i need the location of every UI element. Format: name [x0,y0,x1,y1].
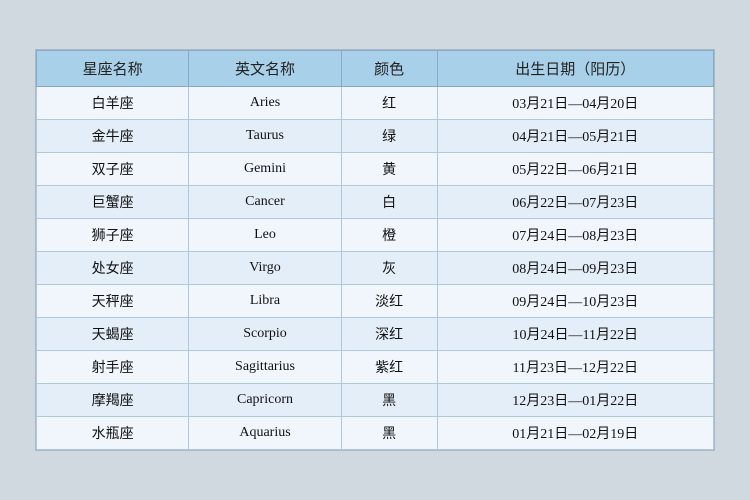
table-row: 巨蟹座Cancer白06月22日—07月23日 [37,186,714,219]
table-row: 天秤座Libra淡红09月24日—10月23日 [37,285,714,318]
cell-birth-date: 05月22日—06月21日 [437,153,713,186]
cell-english-name: Leo [189,219,341,252]
cell-chinese-name: 巨蟹座 [37,186,189,219]
cell-color: 白 [341,186,437,219]
cell-english-name: Libra [189,285,341,318]
header-english-name: 英文名称 [189,51,341,87]
table-row: 双子座Gemini黄05月22日—06月21日 [37,153,714,186]
zodiac-table: 星座名称 英文名称 颜色 出生日期（阳历） 白羊座Aries红03月21日—04… [36,50,714,450]
cell-birth-date: 09月24日—10月23日 [437,285,713,318]
cell-english-name: Taurus [189,120,341,153]
table-row: 水瓶座Aquarius黑01月21日—02月19日 [37,417,714,450]
cell-english-name: Aquarius [189,417,341,450]
cell-english-name: Aries [189,87,341,120]
cell-color: 深红 [341,318,437,351]
cell-chinese-name: 摩羯座 [37,384,189,417]
cell-color: 灰 [341,252,437,285]
cell-color: 黑 [341,384,437,417]
cell-chinese-name: 天蝎座 [37,318,189,351]
cell-birth-date: 06月22日—07月23日 [437,186,713,219]
cell-color: 淡红 [341,285,437,318]
cell-birth-date: 12月23日—01月22日 [437,384,713,417]
cell-birth-date: 11月23日—12月22日 [437,351,713,384]
table-row: 天蝎座Scorpio深红10月24日—11月22日 [37,318,714,351]
cell-birth-date: 07月24日—08月23日 [437,219,713,252]
cell-color: 橙 [341,219,437,252]
cell-color: 绿 [341,120,437,153]
cell-english-name: Cancer [189,186,341,219]
cell-english-name: Scorpio [189,318,341,351]
cell-chinese-name: 射手座 [37,351,189,384]
cell-color: 红 [341,87,437,120]
cell-english-name: Gemini [189,153,341,186]
cell-chinese-name: 水瓶座 [37,417,189,450]
cell-chinese-name: 天秤座 [37,285,189,318]
cell-color: 紫红 [341,351,437,384]
cell-english-name: Virgo [189,252,341,285]
table-row: 白羊座Aries红03月21日—04月20日 [37,87,714,120]
table-row: 射手座Sagittarius紫红11月23日—12月22日 [37,351,714,384]
cell-color: 黄 [341,153,437,186]
cell-english-name: Capricorn [189,384,341,417]
table-row: 摩羯座Capricorn黑12月23日—01月22日 [37,384,714,417]
cell-birth-date: 03月21日—04月20日 [437,87,713,120]
cell-chinese-name: 狮子座 [37,219,189,252]
table-body: 白羊座Aries红03月21日—04月20日金牛座Taurus绿04月21日—0… [37,87,714,450]
cell-birth-date: 04月21日—05月21日 [437,120,713,153]
cell-birth-date: 08月24日—09月23日 [437,252,713,285]
table-row: 狮子座Leo橙07月24日—08月23日 [37,219,714,252]
table-row: 处女座Virgo灰08月24日—09月23日 [37,252,714,285]
cell-birth-date: 10月24日—11月22日 [437,318,713,351]
table-row: 金牛座Taurus绿04月21日—05月21日 [37,120,714,153]
zodiac-table-container: 星座名称 英文名称 颜色 出生日期（阳历） 白羊座Aries红03月21日—04… [35,49,715,451]
header-birth-date: 出生日期（阳历） [437,51,713,87]
cell-birth-date: 01月21日—02月19日 [437,417,713,450]
cell-chinese-name: 白羊座 [37,87,189,120]
cell-english-name: Sagittarius [189,351,341,384]
cell-chinese-name: 双子座 [37,153,189,186]
cell-chinese-name: 金牛座 [37,120,189,153]
cell-color: 黑 [341,417,437,450]
header-chinese-name: 星座名称 [37,51,189,87]
table-header-row: 星座名称 英文名称 颜色 出生日期（阳历） [37,51,714,87]
header-color: 颜色 [341,51,437,87]
cell-chinese-name: 处女座 [37,252,189,285]
